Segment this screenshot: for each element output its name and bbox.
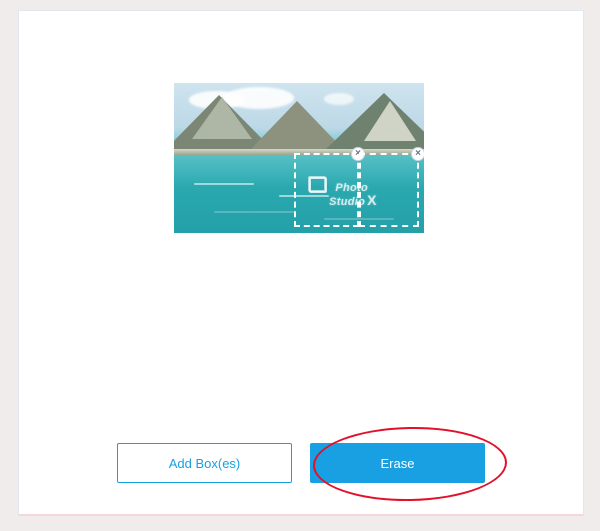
close-icon[interactable]: ×: [411, 147, 424, 161]
mountain-shape: [364, 101, 416, 141]
add-box-button[interactable]: Add Box(es): [117, 443, 292, 483]
selection-box[interactable]: ×: [359, 153, 419, 227]
image-canvas[interactable]: Photo StudioX × ×: [174, 83, 424, 233]
wave-shape: [194, 183, 254, 185]
action-button-row: Add Box(es) Erase: [19, 443, 583, 483]
selection-box[interactable]: ×: [294, 153, 359, 227]
erase-button[interactable]: Erase: [310, 443, 485, 483]
wave-shape: [214, 211, 294, 213]
add-box-label: Add Box(es): [169, 457, 241, 470]
editor-panel: Photo StudioX × × Add Box(es) Erase: [18, 10, 584, 516]
mountain-shape: [192, 97, 252, 139]
erase-label: Erase: [381, 457, 415, 470]
